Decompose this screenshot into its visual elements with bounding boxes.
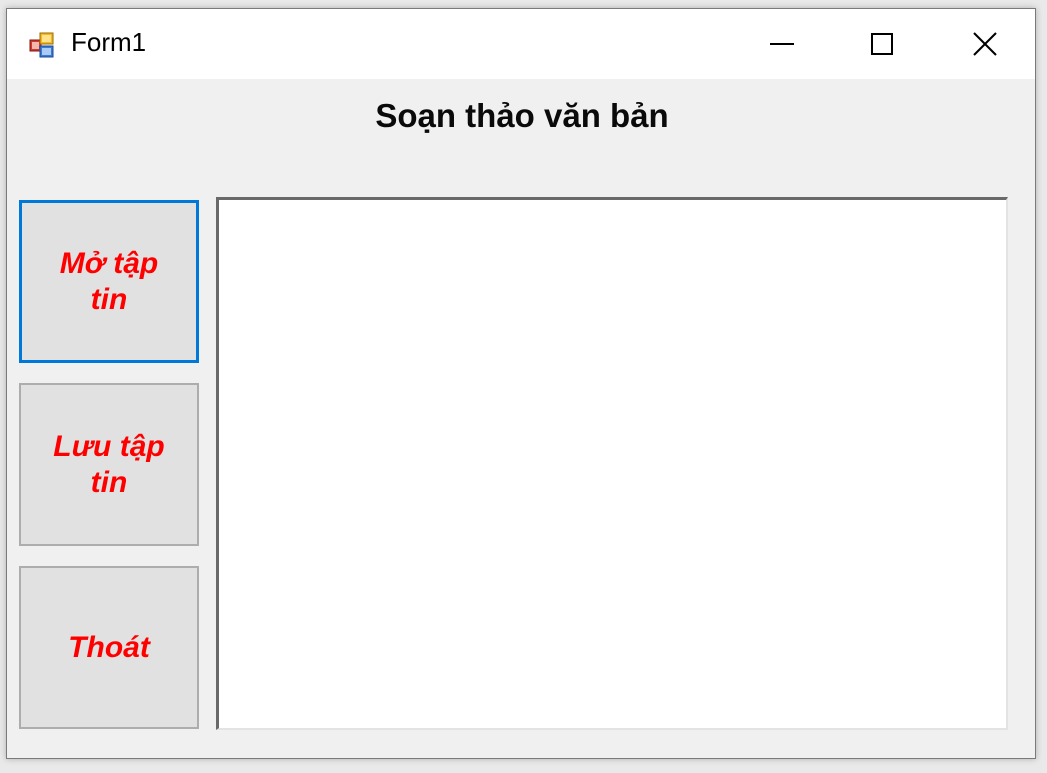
title-bar[interactable]: Form1 — [7, 9, 1035, 79]
text-editor[interactable] — [216, 197, 1008, 730]
maximize-button[interactable] — [832, 9, 932, 79]
window-title: Form1 — [71, 27, 147, 57]
winforms-app-icon — [29, 32, 54, 58]
maximize-icon — [871, 33, 893, 55]
form1-window: Form1 Soạn thảo văn bản Mở tập tin Lưu t… — [6, 8, 1036, 759]
minimize-button[interactable] — [732, 9, 832, 79]
close-button[interactable] — [935, 9, 1035, 79]
close-icon — [973, 32, 997, 56]
open-file-button[interactable]: Mở tập tin — [19, 200, 199, 363]
minimize-icon — [770, 43, 794, 45]
save-file-button[interactable]: Lưu tập tin — [19, 383, 199, 546]
form-heading: Soạn thảo văn bản — [375, 97, 669, 134]
exit-button[interactable]: Thoát — [19, 566, 199, 729]
